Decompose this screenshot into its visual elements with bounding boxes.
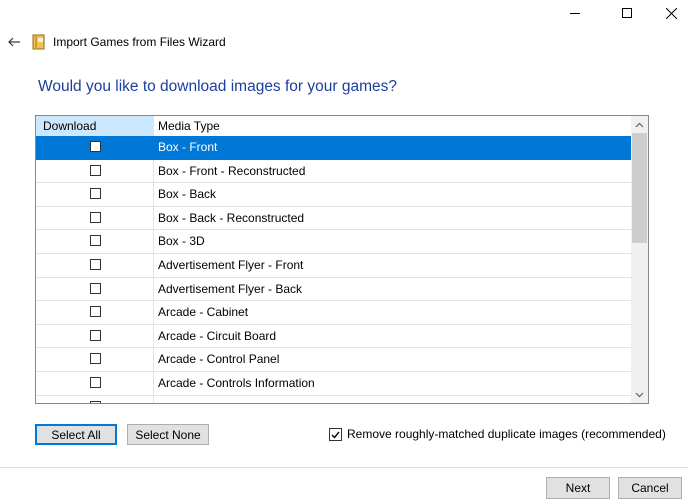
maximize-button[interactable] bbox=[604, 0, 650, 26]
download-checkbox[interactable] bbox=[90, 376, 101, 388]
table-row[interactable]: Arcade - Controls Information bbox=[36, 371, 632, 396]
table-row[interactable]: Arcade - Control Panel bbox=[36, 348, 632, 372]
back-arrow-icon bbox=[8, 37, 20, 47]
download-checkbox[interactable] bbox=[90, 211, 101, 223]
download-cell bbox=[36, 159, 154, 183]
media-type-cell: Advertisement Flyer - Back bbox=[158, 281, 303, 296]
table-row[interactable]: Advertisement Flyer - Back bbox=[36, 277, 632, 302]
remove-duplicates-label[interactable]: Remove roughly-matched duplicate images … bbox=[347, 427, 666, 442]
media-type-cell: Box - Front - Reconstructed bbox=[158, 163, 306, 178]
scroll-thumb[interactable] bbox=[632, 133, 647, 243]
download-checkbox[interactable] bbox=[90, 306, 101, 318]
download-checkbox[interactable] bbox=[90, 188, 101, 200]
back-button[interactable] bbox=[4, 32, 24, 52]
select-all-button[interactable]: Select All bbox=[35, 424, 117, 445]
checkmark-icon bbox=[331, 431, 340, 439]
cancel-button[interactable]: Cancel bbox=[618, 477, 682, 499]
footer-divider bbox=[0, 467, 688, 468]
media-type-cell: Arcade - Circuit Board bbox=[158, 328, 277, 343]
table-row[interactable]: Arcade - Cabinet bbox=[36, 301, 632, 325]
download-cell bbox=[36, 277, 154, 301]
table-row[interactable]: Box - Front - Reconstructed bbox=[36, 159, 632, 184]
table-row[interactable]: Box - 3D bbox=[36, 230, 632, 254]
download-cell bbox=[36, 230, 154, 253]
download-checkbox[interactable] bbox=[90, 282, 101, 294]
grid-rows: Box - Front Box - Front - Reconstructed Bo… bbox=[36, 136, 632, 403]
table-row[interactable]: Advertisement Flyer - Front bbox=[36, 253, 632, 278]
download-checkbox[interactable] bbox=[90, 164, 101, 176]
page-heading: Would you like to download images for yo… bbox=[38, 78, 397, 95]
column-header-media-type[interactable]: Media Type bbox=[155, 116, 632, 136]
scroll-up-button[interactable] bbox=[631, 116, 648, 133]
download-cell bbox=[36, 253, 154, 277]
media-type-cell: Box - Back bbox=[158, 187, 217, 202]
download-checkbox[interactable] bbox=[90, 353, 101, 365]
media-type-cell: Advertisement Flyer - Front bbox=[158, 257, 304, 272]
download-cell bbox=[36, 395, 154, 403]
download-cell bbox=[36, 136, 154, 159]
download-cell bbox=[36, 324, 154, 348]
minimize-button[interactable] bbox=[552, 0, 598, 26]
table-row-partial bbox=[36, 395, 632, 403]
download-cell bbox=[36, 371, 154, 395]
media-type-cell: Arcade - Cabinet bbox=[158, 305, 249, 320]
table-row[interactable]: Box - Back bbox=[36, 183, 632, 207]
grid-header: Download Media Type bbox=[36, 116, 632, 137]
media-type-cell: Arcade - Controls Information bbox=[158, 375, 315, 390]
vertical-scrollbar[interactable] bbox=[631, 116, 648, 403]
wizard-title: Import Games from Files Wizard bbox=[53, 35, 226, 49]
download-cell bbox=[36, 348, 154, 371]
app-icon bbox=[31, 34, 47, 50]
minimize-icon bbox=[570, 13, 580, 14]
chevron-up-icon bbox=[635, 122, 644, 127]
chevron-down-icon bbox=[635, 392, 644, 397]
close-button[interactable] bbox=[648, 0, 688, 26]
remove-duplicates-checkbox[interactable] bbox=[329, 428, 342, 441]
media-type-grid[interactable]: Download Media Type Box - Front Box - Fro… bbox=[35, 115, 649, 404]
maximize-icon bbox=[622, 8, 632, 18]
scroll-down-button[interactable] bbox=[631, 386, 648, 403]
media-type-cell: Box - Back - Reconstructed bbox=[158, 210, 305, 225]
table-row[interactable]: Arcade - Circuit Board bbox=[36, 324, 632, 349]
download-checkbox[interactable] bbox=[90, 258, 101, 270]
download-checkbox[interactable] bbox=[90, 329, 101, 341]
table-row[interactable]: Box - Front bbox=[36, 136, 632, 160]
table-row[interactable]: Box - Back - Reconstructed bbox=[36, 206, 632, 231]
media-type-cell: Arcade - Control Panel bbox=[158, 352, 280, 367]
download-cell bbox=[36, 301, 154, 324]
media-type-cell: Box - Front bbox=[158, 140, 218, 154]
download-cell bbox=[36, 206, 154, 230]
media-type-cell: Box - 3D bbox=[158, 234, 205, 249]
close-icon bbox=[665, 7, 677, 19]
column-header-download[interactable]: Download bbox=[36, 116, 154, 136]
select-none-button[interactable]: Select None bbox=[127, 424, 209, 445]
download-cell bbox=[36, 183, 154, 206]
download-checkbox[interactable] bbox=[90, 141, 101, 152]
next-button[interactable]: Next bbox=[546, 477, 610, 499]
download-checkbox[interactable] bbox=[90, 235, 101, 247]
title-bar bbox=[0, 0, 688, 28]
download-checkbox bbox=[90, 400, 101, 403]
